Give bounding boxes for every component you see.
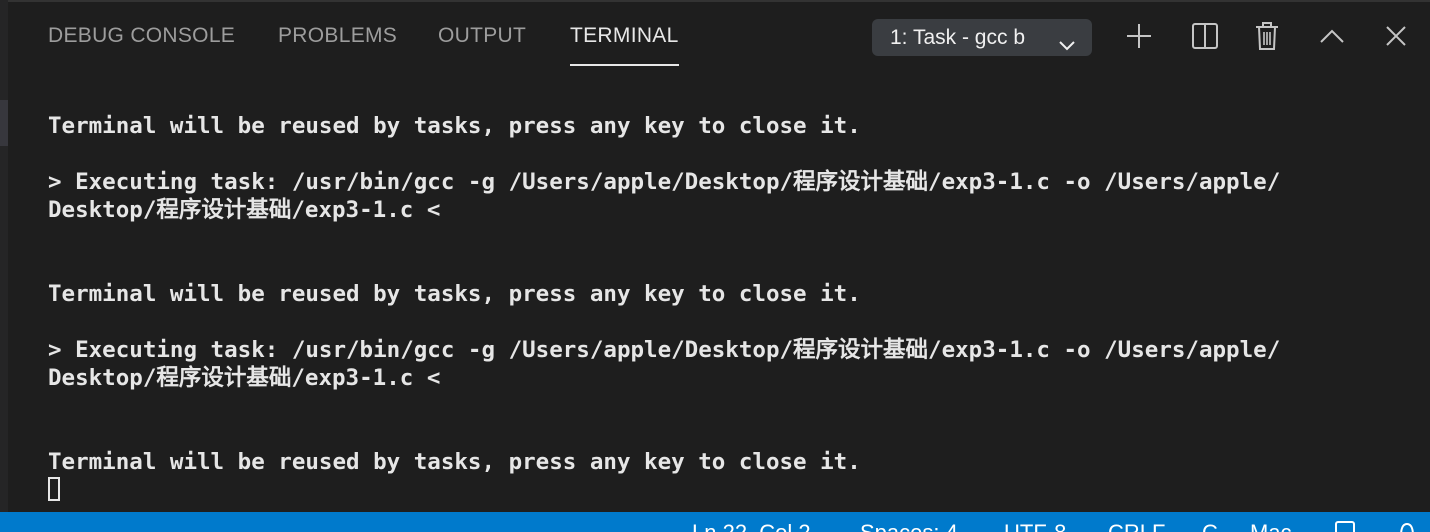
- editor-gutter-edge: [0, 0, 8, 512]
- terminal-cursor: [48, 477, 60, 501]
- tab-output[interactable]: OUTPUT: [438, 24, 526, 48]
- close-icon[interactable]: [1381, 21, 1411, 51]
- status-bar: Ln 22, Col 2 Spaces: 4 UTF-8 CRLF C Mac: [0, 512, 1430, 532]
- terminal-panel: DEBUG CONSOLE PROBLEMS OUTPUT TERMINAL 1…: [0, 0, 1430, 532]
- status-eol[interactable]: CRLF: [1108, 520, 1165, 532]
- terminal-line: Desktop/程序设计基础/exp3-1.c <: [48, 365, 441, 391]
- status-cursor-position[interactable]: Ln 22, Col 2: [692, 520, 811, 532]
- tab-terminal[interactable]: TERMINAL: [570, 24, 679, 66]
- tab-debug-console[interactable]: DEBUG CONSOLE: [48, 24, 235, 48]
- panel-top-border: [8, 0, 1430, 2]
- trash-icon[interactable]: [1252, 21, 1282, 51]
- terminal-line: > Executing task: /usr/bin/gcc -g /Users…: [48, 169, 1281, 195]
- bell-icon[interactable]: [1396, 520, 1418, 532]
- terminal-line: Desktop/程序设计基础/exp3-1.c <: [48, 197, 441, 223]
- terminal-line: Terminal will be reused by tasks, press …: [48, 281, 861, 307]
- status-encoding[interactable]: UTF-8: [1004, 520, 1066, 532]
- status-platform[interactable]: Mac: [1250, 520, 1292, 532]
- feedback-icon[interactable]: [1334, 520, 1356, 532]
- terminal-output[interactable]: Terminal will be reused by tasks, press …: [48, 112, 1408, 504]
- status-indentation[interactable]: Spaces: 4: [860, 520, 958, 532]
- terminal-selector-dropdown[interactable]: 1: Task - gcc b: [872, 19, 1092, 56]
- status-language[interactable]: C: [1202, 520, 1218, 532]
- terminal-line: Terminal will be reused by tasks, press …: [48, 449, 861, 475]
- chevron-up-icon[interactable]: [1317, 21, 1347, 51]
- gutter-marker: [0, 100, 8, 146]
- plus-icon[interactable]: [1124, 21, 1154, 51]
- terminal-cursor-line: [48, 476, 1408, 504]
- chevron-down-icon: [1058, 29, 1076, 51]
- tab-problems[interactable]: PROBLEMS: [278, 24, 397, 48]
- terminal-line: Terminal will be reused by tasks, press …: [48, 113, 861, 139]
- terminal-line: > Executing task: /usr/bin/gcc -g /Users…: [48, 337, 1281, 363]
- split-icon[interactable]: [1190, 21, 1220, 51]
- terminal-selector-value: 1: Task - gcc b: [890, 26, 1026, 49]
